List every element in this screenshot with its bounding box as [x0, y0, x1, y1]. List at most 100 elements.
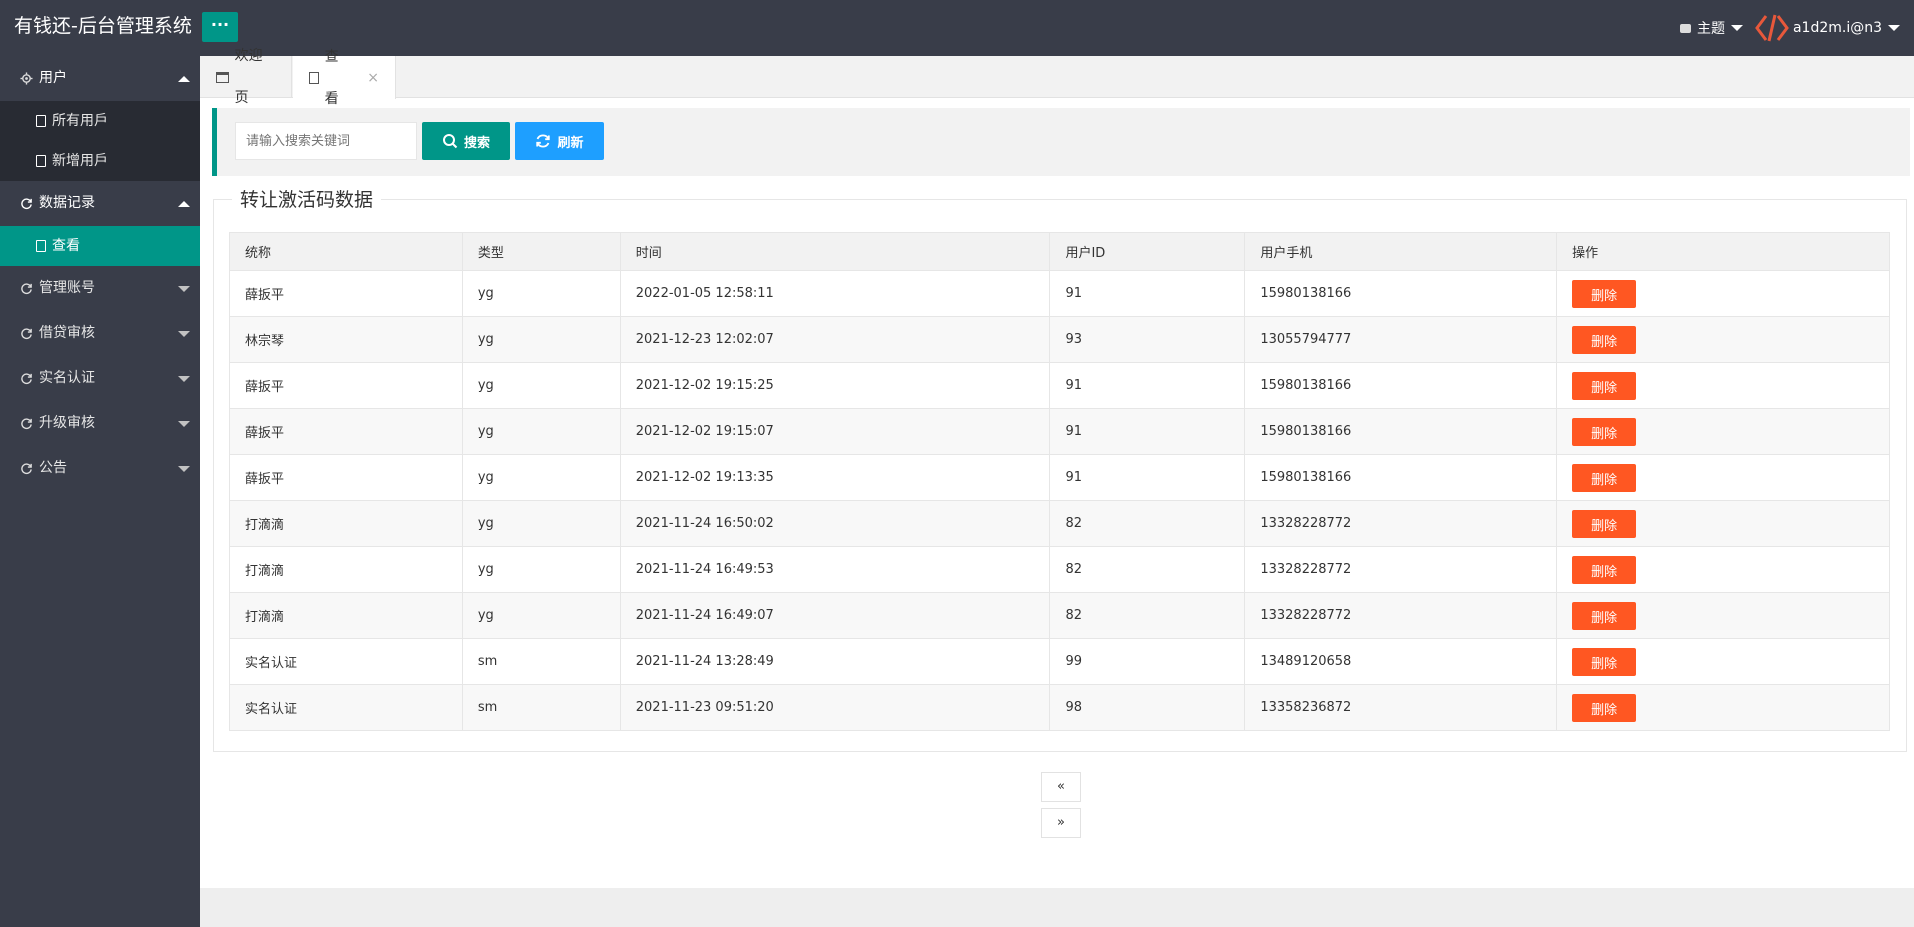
table-cell: yg — [461, 408, 621, 455]
table-cell: yg — [461, 500, 621, 547]
pager-prev-button[interactable]: « — [1041, 772, 1081, 802]
search-icon — [442, 134, 458, 149]
table-row: 薛扳平 yg 2021-12-02 19:15:25 91 15980138166 删除 — [229, 362, 1890, 409]
user-menu[interactable]: a1d2m.i@n3 — [1793, 20, 1900, 36]
delete-button[interactable]: 删除 — [1572, 555, 1637, 584]
table-cell: 82 — [1049, 592, 1246, 639]
refresh-icon — [536, 134, 551, 148]
sidebar-group-upgrade-review[interactable]: 升级审核 — [0, 401, 200, 446]
sidebar-item-view[interactable]: 查看 — [0, 226, 200, 266]
delete-button[interactable]: 删除 — [1572, 693, 1637, 722]
table-row: 薛扳平 yg 2021-12-02 19:13:35 91 15980138166 删除 — [229, 454, 1890, 501]
sidebar-item-new-user[interactable]: 新增用戶 — [0, 141, 200, 181]
tab-welcome[interactable]: 欢迎页 — [200, 48, 292, 106]
table-cell: 13055794777 — [1244, 316, 1558, 363]
top-header: 有钱还-后台管理系统 ··· 主题 a1d2m.i@n3 — [0, 0, 1914, 56]
table-cell-actions: 删除 — [1556, 270, 1890, 317]
delete-button[interactable]: 删除 — [1572, 509, 1637, 538]
document-icon — [36, 240, 46, 252]
table-cell-actions: 删除 — [1556, 638, 1890, 685]
menu-toggle-button[interactable]: ··· — [202, 12, 238, 42]
sidebar-group-admin-accounts[interactable]: 管理账号 — [0, 266, 200, 311]
table-row: 薛扳平 yg 2021-12-02 19:15:07 91 15980138166 删除 — [229, 408, 1890, 455]
table-cell-actions: 删除 — [1556, 684, 1890, 731]
sidebar-item-all-users[interactable]: 所有用戶 — [0, 101, 200, 141]
sidebar-group-label: 实名认证 — [39, 370, 95, 386]
tab-view[interactable]: 查看 × — [293, 49, 396, 107]
table-cell: 15980138166 — [1244, 362, 1558, 409]
document-icon — [36, 115, 46, 127]
sidebar-item-label: 查看 — [52, 238, 80, 254]
table-cell: 91 — [1049, 362, 1246, 409]
sidebar-group-label: 公告 — [39, 460, 67, 476]
delete-button[interactable]: 删除 — [1572, 371, 1637, 400]
delete-button[interactable]: 删除 — [1572, 601, 1637, 630]
code-logo-icon — [1755, 14, 1789, 42]
table-cell: 打滴滴 — [229, 546, 463, 593]
delete-button[interactable]: 删除 — [1572, 463, 1637, 492]
table-cell: 91 — [1049, 408, 1246, 455]
sidebar-group-data-records[interactable]: 数据记录 — [0, 181, 200, 226]
table-cell: 2021-12-23 12:02:07 — [619, 316, 1051, 363]
refresh-button[interactable]: 刷新 — [515, 122, 604, 160]
chevron-down-icon — [178, 421, 190, 427]
table-cell: 82 — [1049, 546, 1246, 593]
delete-button[interactable]: 删除 — [1572, 279, 1637, 308]
refresh-button-label: 刷新 — [557, 135, 584, 151]
table-cell: 2021-11-24 16:50:02 — [619, 500, 1051, 547]
table-cell: 13358236872 — [1244, 684, 1558, 731]
document-icon — [309, 71, 319, 84]
sidebar-group-announcements[interactable]: 公告 — [0, 446, 200, 491]
table-cell: 99 — [1049, 638, 1246, 685]
table-cell-actions: 删除 — [1556, 500, 1890, 547]
theme-dropdown[interactable]: 主题 — [1679, 18, 1743, 38]
table-header-row: 统称 类型 时间 用户ID 用户手机 操作 — [229, 232, 1890, 271]
table-row: 林宗琴 yg 2021-12-23 12:02:07 93 13055794777 删除 — [229, 316, 1890, 363]
table-cell-actions: 删除 — [1556, 546, 1890, 593]
table-cell: 13328228772 — [1244, 500, 1558, 547]
table-row: 打滴滴 yg 2021-11-24 16:49:53 82 13328228772 删除 — [229, 546, 1890, 593]
sidebar-submenu-users: 所有用戶 新增用戶 — [0, 101, 200, 181]
table-cell: 2021-12-02 19:15:25 — [619, 362, 1051, 409]
delete-button[interactable]: 删除 — [1572, 647, 1637, 676]
table-cell: 薛扳平 — [229, 270, 463, 317]
table-cell: 13328228772 — [1244, 546, 1558, 593]
theme-label: 主题 — [1696, 21, 1725, 37]
refresh-circle-icon — [21, 463, 32, 475]
sidebar-group-loan-review[interactable]: 借贷审核 — [0, 311, 200, 356]
table-cell: 13489120658 — [1244, 638, 1558, 685]
table-cell: 2022-01-05 12:58:11 — [619, 270, 1051, 317]
table-cell: 薛扳平 — [229, 362, 463, 409]
sidebar: 用户 所有用戶 新增用戶 数据记录 查看 管理账号 借贷审核 实名认证 升级审核… — [0, 56, 200, 927]
search-input[interactable] — [235, 122, 417, 160]
table-cell: 91 — [1049, 270, 1246, 317]
sidebar-item-label: 新增用戶 — [52, 153, 108, 169]
table-cell: 实名认证 — [229, 684, 463, 731]
sidebar-group-real-name[interactable]: 实名认证 — [0, 356, 200, 401]
refresh-circle-icon — [21, 418, 32, 430]
sidebar-item-label: 所有用戶 — [52, 113, 108, 129]
sidebar-group-label: 借贷审核 — [39, 325, 95, 341]
table-cell: 91 — [1049, 454, 1246, 501]
column-header: 类型 — [461, 232, 621, 271]
table-cell: 93 — [1049, 316, 1246, 363]
delete-button[interactable]: 删除 — [1572, 417, 1637, 446]
close-icon[interactable]: × — [367, 57, 379, 99]
pager-next-button[interactable]: » — [1041, 808, 1081, 838]
delete-button[interactable]: 删除 — [1572, 325, 1637, 354]
search-button[interactable]: 搜索 — [422, 122, 510, 160]
sidebar-group-users[interactable]: 用户 — [0, 56, 200, 101]
search-toolbar: 搜索 刷新 — [212, 108, 1910, 176]
table-cell: 薛扳平 — [229, 454, 463, 501]
column-header: 操作 — [1556, 232, 1890, 271]
table-cell: 2021-12-02 19:13:35 — [619, 454, 1051, 501]
gear-icon — [20, 72, 33, 85]
column-header: 时间 — [619, 232, 1051, 271]
sidebar-group-label: 数据记录 — [39, 195, 95, 211]
document-icon — [36, 155, 46, 167]
table-cell: yg — [461, 454, 621, 501]
sidebar-group-label: 用户 — [39, 70, 67, 86]
column-header: 用户ID — [1049, 232, 1246, 271]
tab-bar: 欢迎页 查看 × — [200, 48, 1914, 107]
table-cell: 15980138166 — [1244, 408, 1558, 455]
